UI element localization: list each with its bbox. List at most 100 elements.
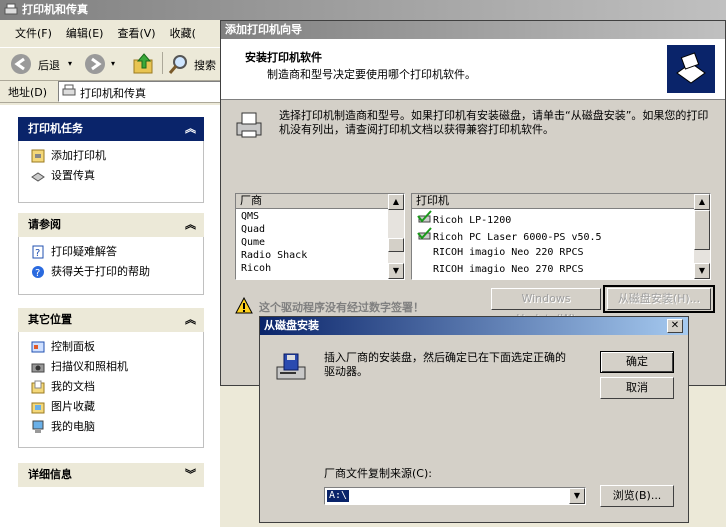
setup-fax-link[interactable]: 设置传真 — [31, 167, 95, 185]
printer-list-item[interactable]: RICOH imagio Neo 270 RPCS — [412, 261, 710, 278]
control-panel-link[interactable]: 控制面板 — [31, 338, 95, 356]
collapse-chevron-icon[interactable]: ︽ — [185, 213, 196, 237]
address-bar: 地址(D) 打印机和传真 — [0, 80, 222, 103]
manufacturer-list-item[interactable]: Qume — [236, 236, 404, 249]
printer-tasks-header[interactable]: 打印机任务 ︽ — [18, 117, 204, 141]
manufacturer-list[interactable]: 厂商 QMS Quad Qume Radio Shack Ricoh ▲ ▼ — [235, 193, 405, 280]
windows-update-button[interactable]: Windows Update(W) — [491, 288, 601, 325]
printer-name: RICOH imagio Neo 220 RPCS — [433, 247, 584, 258]
search-icon[interactable] — [168, 53, 190, 75]
install-from-disk-dialog: 从磁盘安装 ✕ 插入厂商的安装盘，然后确定已在下面选定正确的驱动器。 确定 取消… — [259, 316, 689, 523]
dropdown-arrow-icon[interactable]: ▼ — [569, 488, 585, 504]
manufacturer-list-item[interactable]: QMS — [236, 210, 404, 223]
my-pictures-link[interactable]: 图片收藏 — [31, 398, 95, 416]
printer-list-item[interactable]: Ricoh PC Laser 6000-PS v50.5 — [412, 227, 710, 244]
wizard-header-subtitle: 制造商和型号决定要使用哪个打印机软件。 — [267, 68, 476, 81]
fax-icon — [31, 169, 45, 183]
disk-dialog-titlebar[interactable]: 从磁盘安装 — [260, 317, 688, 335]
my-computer-link[interactable]: 我的电脑 — [31, 418, 95, 436]
help-circle-icon: ? — [31, 265, 45, 279]
wizard-header-title: 安装打印机软件 — [245, 51, 322, 64]
print-help-link[interactable]: ? 获得关于打印的帮助 — [31, 263, 150, 281]
up-folder-icon[interactable] — [132, 52, 156, 76]
copy-source-label: 厂商文件复制来源(C): — [324, 467, 432, 480]
printer-tasks-body: 添加打印机 设置传真 — [18, 141, 204, 203]
printer-tasks-title: 打印机任务 — [28, 122, 83, 135]
scroll-down-arrow-icon[interactable]: ▼ — [388, 263, 404, 279]
control-panel-icon — [31, 340, 45, 354]
other-places-body: 控制面板 扫描仪和照相机 我的文档 图片收藏 我的电脑 — [18, 332, 204, 448]
see-also-title: 请参阅 — [28, 218, 61, 231]
see-also-header[interactable]: 请参阅 ︽ — [18, 213, 204, 237]
back-label[interactable]: 后退 — [38, 57, 60, 73]
printer-list-item[interactable]: RICOH imagio Neo 220 RPCS — [412, 244, 710, 261]
browse-button[interactable]: 浏览(B)... — [600, 485, 674, 507]
scroll-down-arrow-icon[interactable]: ▼ — [694, 263, 710, 279]
printer-folder-icon — [4, 3, 18, 17]
explorer-titlebar[interactable]: 打印机和传真 — [0, 0, 726, 20]
manufacturer-list-item[interactable]: Quad — [236, 223, 404, 236]
menu-bar: 文件(F) 编辑(E) 查看(V) 收藏( — [8, 24, 203, 44]
scroll-up-arrow-icon[interactable]: ▲ — [388, 194, 404, 210]
back-arrow-icon[interactable] — [10, 53, 32, 75]
help-book-icon: ? — [31, 245, 45, 259]
camera-icon — [31, 360, 45, 374]
svg-text:?: ? — [35, 248, 40, 259]
computer-icon — [31, 420, 45, 434]
wizard-printer-icon — [667, 45, 715, 93]
forward-dropdown-icon[interactable]: ▾ — [111, 59, 115, 68]
copy-source-combobox[interactable]: A:\ ▼ — [324, 487, 586, 505]
close-icon[interactable]: ✕ — [667, 319, 683, 333]
toolbar: 后退 ▾ ▾ 搜索 — [0, 47, 220, 81]
search-label[interactable]: 搜索 — [194, 57, 216, 73]
svg-text:?: ? — [35, 268, 40, 279]
scroll-thumb[interactable] — [694, 210, 710, 250]
printer-list-header[interactable]: 打印机 — [412, 194, 710, 209]
add-printer-icon — [31, 149, 45, 163]
expand-chevron-icon[interactable]: ︾ — [185, 463, 196, 487]
back-dropdown-icon[interactable]: ▾ — [68, 59, 72, 68]
my-documents-link[interactable]: 我的文档 — [31, 378, 95, 396]
printer-name: RICOH imagio Neo 270 RPCS — [433, 264, 584, 275]
menu-favorites[interactable]: 收藏( — [163, 24, 203, 44]
manufacturer-list-item[interactable]: Ricoh — [236, 262, 404, 275]
add-printer-link[interactable]: 添加打印机 — [31, 147, 106, 165]
wizard-title: 添加打印机向导 — [225, 23, 302, 36]
printer-name: Ricoh PC Laser 6000-PS v50.5 — [433, 232, 602, 243]
manufacturer-scrollbar[interactable]: ▲ ▼ — [388, 194, 404, 279]
forward-arrow-icon[interactable] — [84, 53, 106, 75]
printer-list[interactable]: 打印机 Ricoh LP-1200 Ricoh PC Laser 6000-PS … — [411, 193, 711, 280]
address-field[interactable]: 打印机和传真 — [58, 81, 222, 102]
explorer-title: 打印机和传真 — [22, 3, 88, 16]
scanners-cameras-link[interactable]: 扫描仪和照相机 — [31, 358, 128, 376]
print-troubleshoot-link[interactable]: ? 打印疑难解答 — [31, 243, 117, 261]
menu-edit[interactable]: 编辑(E) — [59, 24, 111, 44]
collapse-chevron-icon[interactable]: ︽ — [185, 117, 196, 141]
manufacturer-list-header[interactable]: 厂商 — [236, 194, 404, 209]
details-title: 详细信息 — [28, 468, 72, 481]
menu-view[interactable]: 查看(V) — [110, 24, 162, 44]
cancel-button[interactable]: 取消 — [600, 377, 674, 399]
have-disk-button[interactable]: 从磁盘安装(H)... — [607, 288, 711, 310]
scroll-thumb[interactable] — [388, 238, 404, 252]
ok-button[interactable]: 确定 — [600, 351, 674, 373]
other-places-title: 其它位置 — [28, 313, 72, 326]
printer-folder-icon — [62, 84, 76, 98]
copy-source-value[interactable]: A:\ — [327, 490, 350, 502]
address-label: 地址(D) — [8, 86, 48, 99]
documents-folder-icon — [31, 380, 45, 394]
details-header[interactable]: 详细信息 ︾ — [18, 463, 204, 487]
printer-scrollbar[interactable]: ▲ ▼ — [694, 194, 710, 279]
collapse-chevron-icon[interactable]: ︽ — [185, 308, 196, 332]
manufacturer-list-item[interactable]: Radio Shack — [236, 249, 404, 262]
other-places-header[interactable]: 其它位置 ︽ — [18, 308, 204, 332]
disk-dialog-message: 插入厂商的安装盘，然后确定已在下面选定正确的驱动器。 — [324, 351, 566, 378]
floppy-drive-icon — [274, 351, 308, 385]
printer-list-item[interactable]: Ricoh LP-1200 — [412, 210, 710, 227]
menu-file[interactable]: 文件(F) — [8, 24, 59, 44]
unsigned-driver-warning: 这个驱动程序没有经过数字签署！ — [259, 301, 424, 314]
scroll-up-arrow-icon[interactable]: ▲ — [694, 194, 710, 210]
printer-icon — [233, 109, 265, 141]
task-pane: 打印机任务 ︽ 添加打印机 设置传真 请参阅 ︽ ? 打印疑难解答 ? 获得关于打印… — [0, 105, 220, 527]
wizard-titlebar[interactable]: 添加打印机向导 — [221, 21, 725, 39]
